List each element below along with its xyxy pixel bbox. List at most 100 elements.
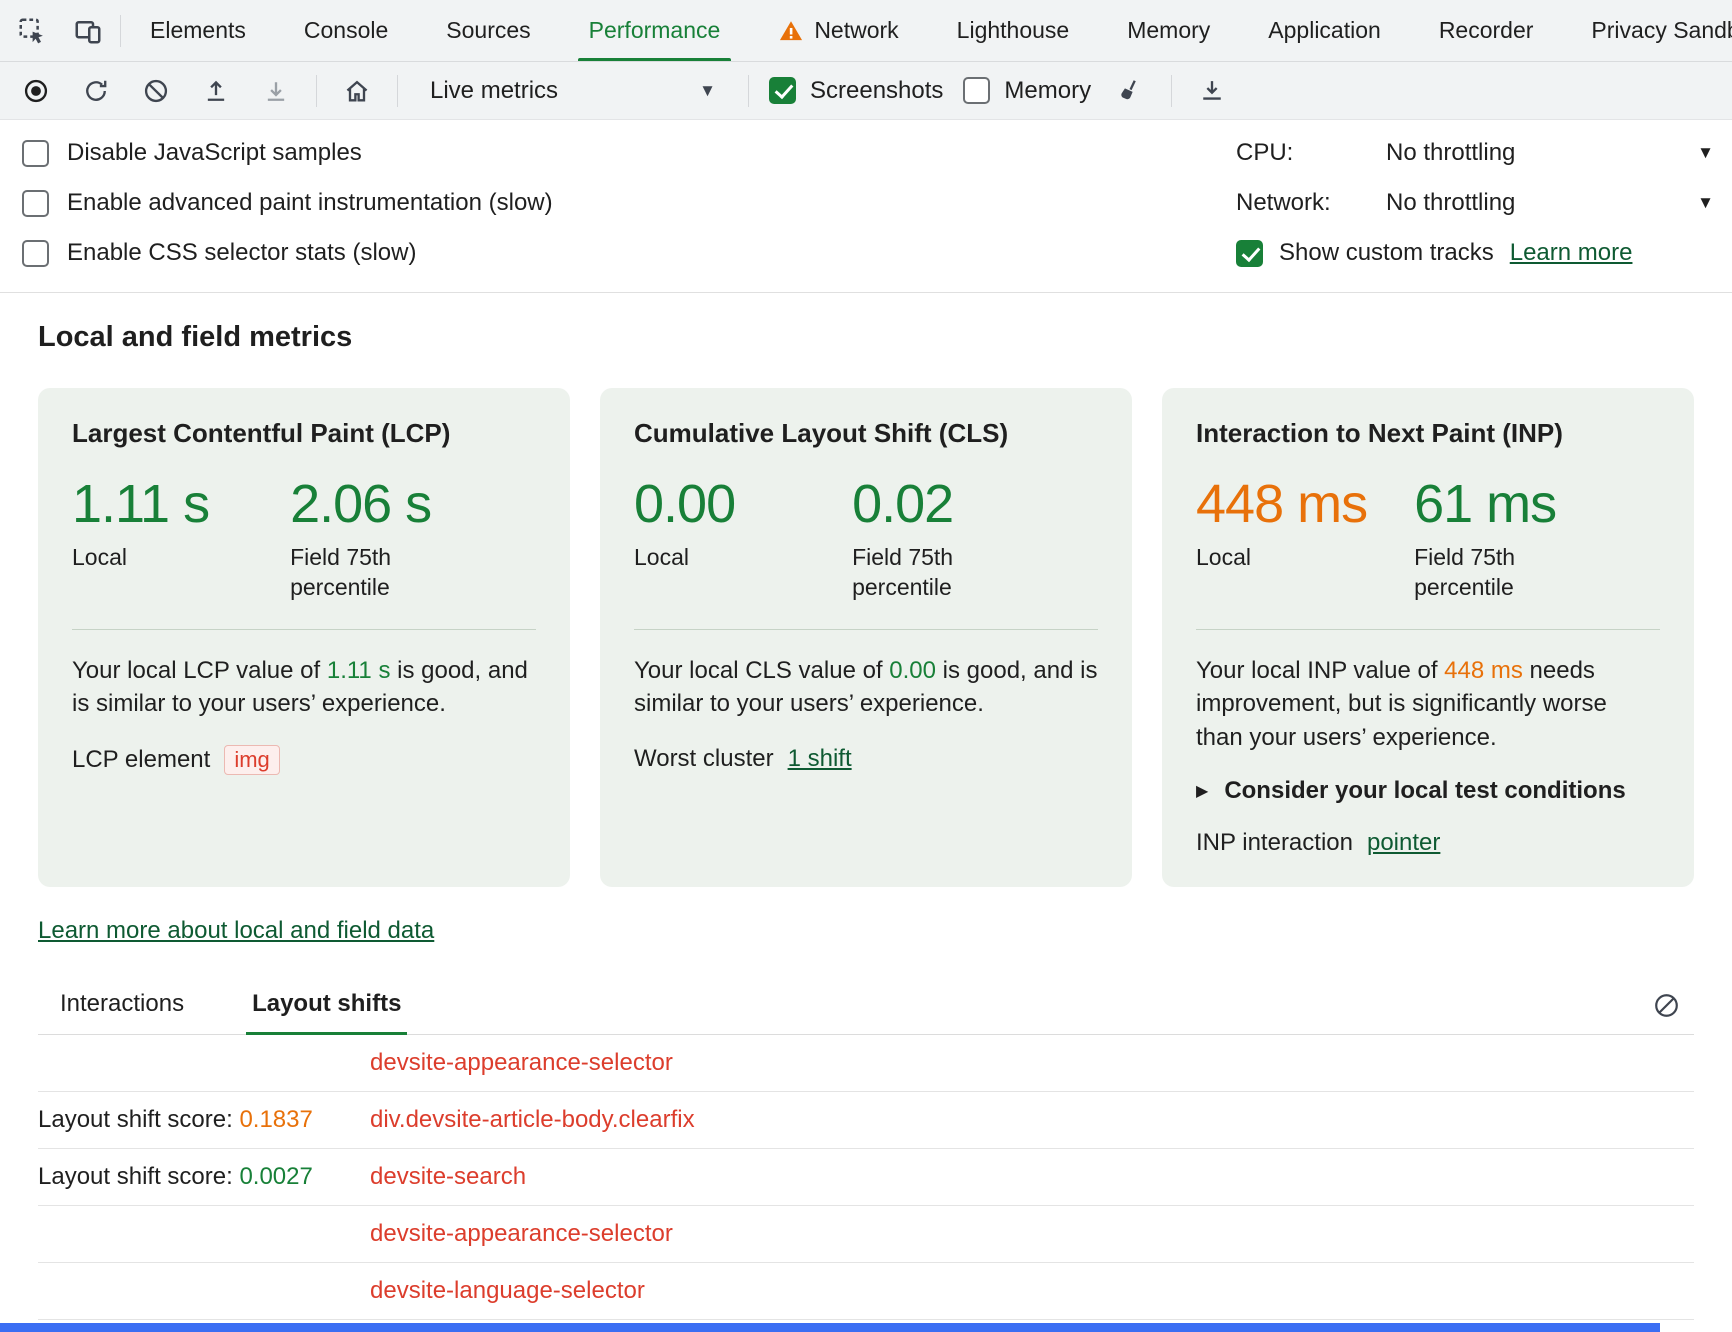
tab-console[interactable]: Console bbox=[275, 0, 417, 61]
live-metrics-home-button[interactable] bbox=[337, 71, 377, 111]
bottom-blue-bar bbox=[0, 1323, 1660, 1332]
worst-cluster-label: Worst cluster bbox=[634, 745, 774, 773]
home-icon bbox=[343, 77, 371, 105]
reload-icon bbox=[82, 77, 110, 105]
lcp-element-node-link[interactable]: img bbox=[224, 745, 279, 775]
inp-interaction-label: INP interaction bbox=[1196, 829, 1353, 857]
panel-mode-label: Live metrics bbox=[430, 77, 558, 105]
tab-recorder[interactable]: Recorder bbox=[1410, 0, 1563, 61]
warning-icon bbox=[778, 18, 804, 44]
tab-application[interactable]: Application bbox=[1239, 0, 1410, 61]
lcp-card-title: Largest Contentful Paint (LCP) bbox=[72, 418, 536, 449]
inp-interaction-link[interactable]: pointer bbox=[1367, 829, 1440, 857]
clear-log-button[interactable] bbox=[1646, 986, 1686, 1026]
cls-desc-prefix: Your local CLS value of bbox=[634, 657, 889, 684]
card-divider bbox=[72, 629, 536, 630]
lcp-field-metric: 2.06 s Field 75th percentile bbox=[290, 473, 508, 603]
advanced-paint-checkbox[interactable] bbox=[22, 190, 49, 217]
load-profile-button[interactable] bbox=[196, 71, 236, 111]
chevron-down-icon[interactable]: ▼ bbox=[1697, 193, 1714, 213]
network-throttling-row: Network: No throttling ▼ bbox=[1236, 178, 1714, 228]
cls-local-metric: 0.00 Local bbox=[634, 473, 852, 603]
shift-element-link[interactable]: devsite-language-selector bbox=[370, 1277, 645, 1305]
inp-field-label: Field 75th percentile bbox=[1414, 543, 1564, 603]
worst-cluster-row: Worst cluster 1 shift bbox=[634, 745, 1098, 773]
inp-desc-prefix: Your local INP value of bbox=[1196, 657, 1444, 684]
cpu-throttling-row: CPU: No throttling ▼ bbox=[1236, 128, 1714, 178]
cls-card: Cumulative Layout Shift (CLS) 0.00 Local… bbox=[600, 388, 1132, 887]
disable-js-samples-row[interactable]: Disable JavaScript samples bbox=[22, 128, 553, 178]
lcp-local-label: Local bbox=[72, 543, 222, 573]
cls-card-title: Cumulative Layout Shift (CLS) bbox=[634, 418, 1098, 449]
tab-memory[interactable]: Memory bbox=[1098, 0, 1239, 61]
cpu-throttling-select[interactable]: No throttling bbox=[1386, 139, 1515, 167]
lcp-local-value: 1.11 s bbox=[72, 473, 290, 535]
tab-sources[interactable]: Sources bbox=[417, 0, 559, 61]
metric-cards: Largest Contentful Paint (LCP) 1.11 s Lo… bbox=[38, 388, 1694, 887]
record-button[interactable] bbox=[16, 71, 56, 111]
disable-js-samples-checkbox[interactable] bbox=[22, 140, 49, 167]
shift-element-link[interactable]: div.devsite-article-body.clearfix bbox=[370, 1106, 695, 1134]
tab-network[interactable]: Network bbox=[749, 0, 927, 61]
memory-checkbox[interactable] bbox=[963, 77, 990, 104]
css-selector-stats-checkbox[interactable] bbox=[22, 240, 49, 267]
worst-cluster-link[interactable]: 1 shift bbox=[788, 745, 852, 773]
shift-element-link[interactable]: devsite-appearance-selector bbox=[370, 1220, 673, 1248]
disable-js-samples-label: Disable JavaScript samples bbox=[67, 139, 362, 167]
lcp-field-value: 2.06 s bbox=[290, 473, 508, 535]
css-selector-stats-row[interactable]: Enable CSS selector stats (slow) bbox=[22, 228, 553, 278]
learn-more-field-data-link[interactable]: Learn more about local and field data bbox=[38, 917, 434, 944]
inp-interaction-row: INP interaction pointer bbox=[1196, 829, 1660, 857]
tab-network-label: Network bbox=[814, 17, 898, 44]
show-custom-tracks-row[interactable]: Show custom tracks Learn more bbox=[1236, 228, 1714, 278]
screenshots-checkbox[interactable] bbox=[769, 77, 796, 104]
devtools-tabbar: Elements Console Sources Performance Net… bbox=[0, 0, 1732, 62]
inp-local-value: 448 ms bbox=[1196, 473, 1414, 535]
record-and-reload-button[interactable] bbox=[76, 71, 116, 111]
layout-shift-row: Layout shift score: 0.1837 div.devsite-a… bbox=[38, 1092, 1694, 1149]
network-throttling-select[interactable]: No throttling bbox=[1386, 189, 1515, 217]
screenshots-toggle[interactable]: Screenshots bbox=[769, 77, 943, 105]
memory-toggle[interactable]: Memory bbox=[963, 77, 1091, 105]
tab-layout-shifts[interactable]: Layout shifts bbox=[246, 990, 407, 1034]
tab-interactions[interactable]: Interactions bbox=[54, 990, 190, 1034]
lcp-element-row: LCP element img bbox=[72, 745, 536, 775]
shift-score: Layout shift score: 0.1837 bbox=[38, 1106, 370, 1134]
lcp-values: 1.11 s Local 2.06 s Field 75th percentil… bbox=[72, 473, 536, 603]
toolbar-divider bbox=[316, 75, 317, 107]
learn-more-link[interactable]: Learn more bbox=[1510, 239, 1633, 267]
save-profile-button[interactable] bbox=[256, 71, 296, 111]
block-icon bbox=[1652, 991, 1681, 1020]
capture-settings: Disable JavaScript samples Enable advanc… bbox=[0, 120, 1732, 293]
advanced-paint-row[interactable]: Enable advanced paint instrumentation (s… bbox=[22, 178, 553, 228]
device-toolbar-icon bbox=[73, 16, 103, 46]
tab-privacy-sandbox[interactable]: Privacy Sandbox bbox=[1562, 0, 1732, 61]
shift-element-link[interactable]: devsite-appearance-selector bbox=[370, 1049, 673, 1077]
shift-score-label: Layout shift score: bbox=[38, 1163, 239, 1190]
throttling-settings: CPU: No throttling ▼ Network: No throttl… bbox=[1236, 128, 1714, 278]
cls-field-value: 0.02 bbox=[852, 473, 1070, 535]
clear-button[interactable] bbox=[136, 71, 176, 111]
show-custom-tracks-checkbox[interactable] bbox=[1236, 240, 1263, 267]
shift-score-label: Layout shift score: bbox=[38, 1106, 239, 1133]
inp-local-metric: 448 ms Local bbox=[1196, 473, 1414, 603]
toggle-device-toolbar-button[interactable] bbox=[68, 11, 108, 51]
shift-element-link[interactable]: devsite-search bbox=[370, 1163, 526, 1191]
tab-lighthouse[interactable]: Lighthouse bbox=[928, 0, 1099, 61]
inp-description: Your local INP value of 448 ms needs imp… bbox=[1196, 654, 1660, 755]
shift-score: Layout shift score: 0.0027 bbox=[38, 1163, 370, 1191]
inspect-element-button[interactable] bbox=[12, 11, 52, 51]
local-test-conditions-label: Consider your local test conditions bbox=[1224, 777, 1625, 805]
local-test-conditions-expander[interactable]: ▶ Consider your local test conditions bbox=[1196, 777, 1660, 805]
block-icon bbox=[142, 77, 170, 105]
css-selector-stats-label: Enable CSS selector stats (slow) bbox=[67, 239, 416, 267]
tab-performance[interactable]: Performance bbox=[560, 0, 750, 61]
tab-elements[interactable]: Elements bbox=[121, 0, 275, 61]
broom-icon bbox=[1117, 77, 1145, 105]
lcp-element-label: LCP element bbox=[72, 746, 210, 774]
chevron-down-icon[interactable]: ▼ bbox=[1697, 143, 1714, 163]
chevron-down-icon: ▼ bbox=[699, 81, 716, 101]
panel-mode-select[interactable]: Live metrics ▼ bbox=[418, 77, 728, 105]
collect-garbage-button[interactable] bbox=[1111, 71, 1151, 111]
align-bottom-button[interactable] bbox=[1192, 71, 1232, 111]
